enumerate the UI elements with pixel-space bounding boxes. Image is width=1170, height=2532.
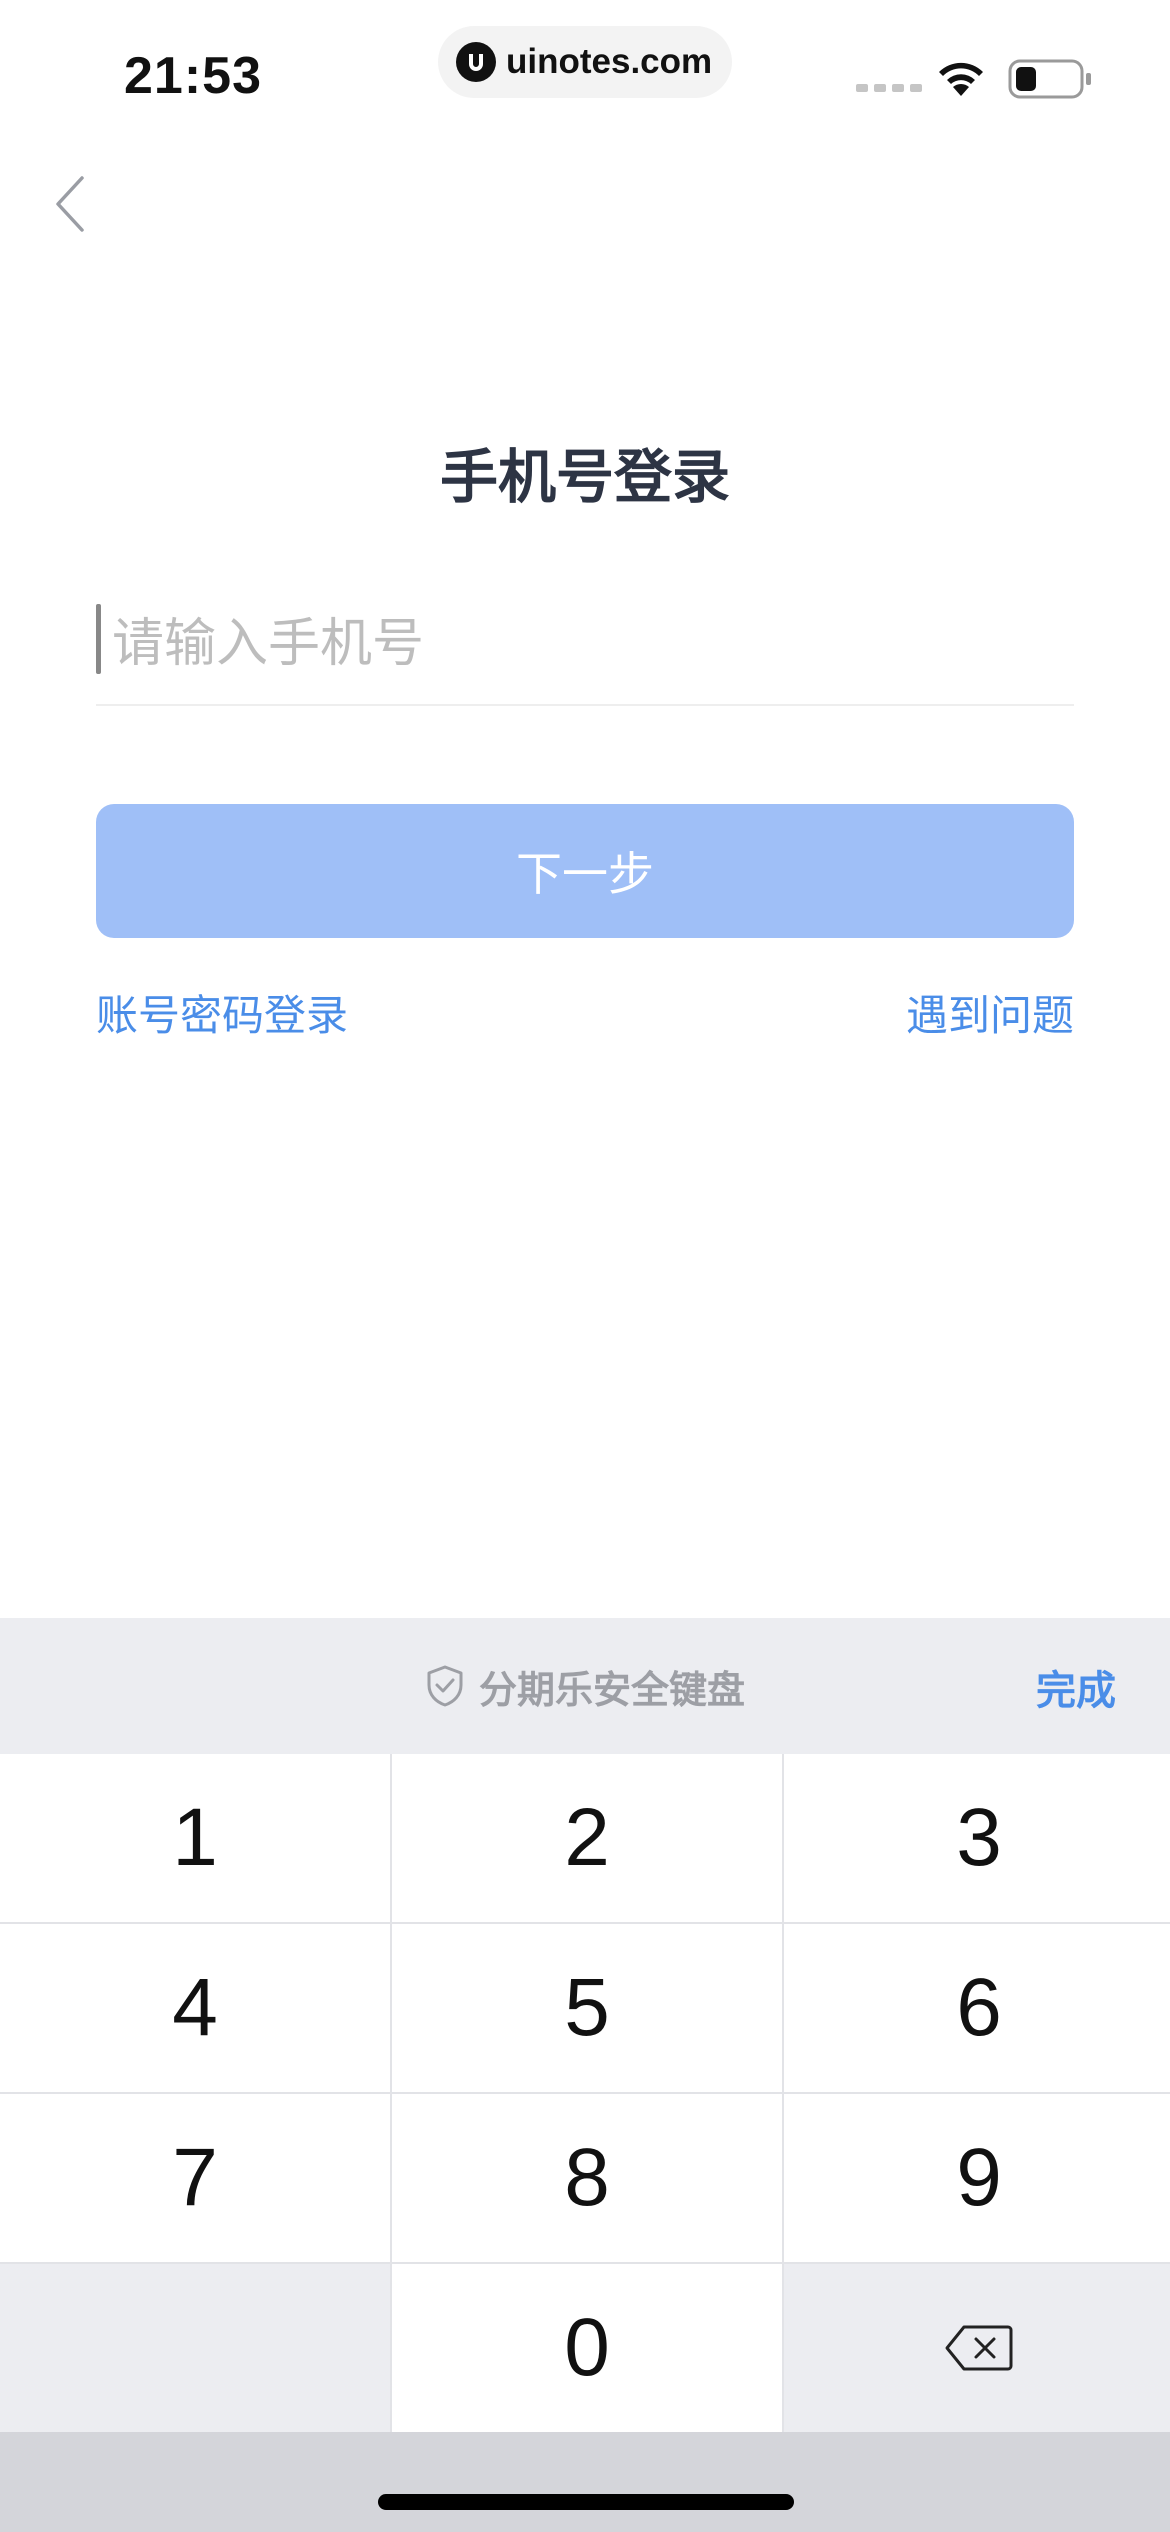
url-pill: uinotes.com	[438, 26, 732, 98]
key-8[interactable]: 8	[392, 2094, 782, 2262]
url-text: uinotes.com	[506, 42, 713, 81]
battery-icon	[1008, 58, 1094, 104]
site-logo-icon	[456, 42, 496, 82]
key-0[interactable]: 0	[392, 2264, 782, 2432]
login-screen: 21:53 uinotes.com 手机号登录 请输入手机号 下一步 账号密码登…	[0, 0, 1170, 2532]
password-login-link[interactable]: 账号密码登录	[96, 982, 348, 1043]
keyboard-brand-label: 分期乐安全键盘	[478, 1667, 745, 1712]
key-4[interactable]: 4	[0, 1924, 390, 2092]
key-6[interactable]: 6	[784, 1924, 1170, 2092]
shield-check-icon	[427, 1665, 463, 1707]
phone-field[interactable]	[96, 594, 1074, 706]
key-blank	[0, 2264, 390, 2432]
key-9[interactable]: 9	[784, 2094, 1170, 2262]
next-step-button[interactable]: 下一步	[96, 804, 1074, 938]
key-7[interactable]: 7	[0, 2094, 390, 2262]
delete-key[interactable]	[784, 2264, 1170, 2432]
status-bar: 21:53 uinotes.com	[0, 0, 1170, 140]
key-1[interactable]: 1	[0, 1754, 390, 1922]
cellular-signal-icon	[856, 84, 922, 92]
back-button[interactable]	[40, 164, 100, 244]
phone-input[interactable]	[110, 594, 1060, 694]
keyboard-done-button[interactable]: 完成	[1036, 1658, 1116, 1716]
backspace-icon	[945, 2325, 1013, 2371]
page-title: 手机号登录	[439, 443, 730, 511]
text-cursor	[96, 604, 101, 674]
key-3[interactable]: 3	[784, 1754, 1170, 1922]
key-2[interactable]: 2	[392, 1754, 782, 1922]
status-time: 21:53	[124, 47, 262, 105]
key-5[interactable]: 5	[392, 1924, 782, 2092]
wifi-icon	[934, 56, 988, 102]
keyboard-brand: 分期乐安全键盘	[0, 1618, 1170, 1754]
help-link[interactable]: 遇到问题	[906, 982, 1074, 1043]
keyboard-toolbar: 分期乐安全键盘 完成	[0, 1618, 1170, 1754]
secure-keyboard: 分期乐安全键盘 完成 1 2 3 4 5 6 7 8 9 0	[0, 1618, 1170, 2532]
chevron-left-icon	[56, 176, 84, 232]
home-indicator	[378, 2494, 794, 2510]
numeric-keypad: 1 2 3 4 5 6 7 8 9 0	[0, 1754, 1170, 2432]
